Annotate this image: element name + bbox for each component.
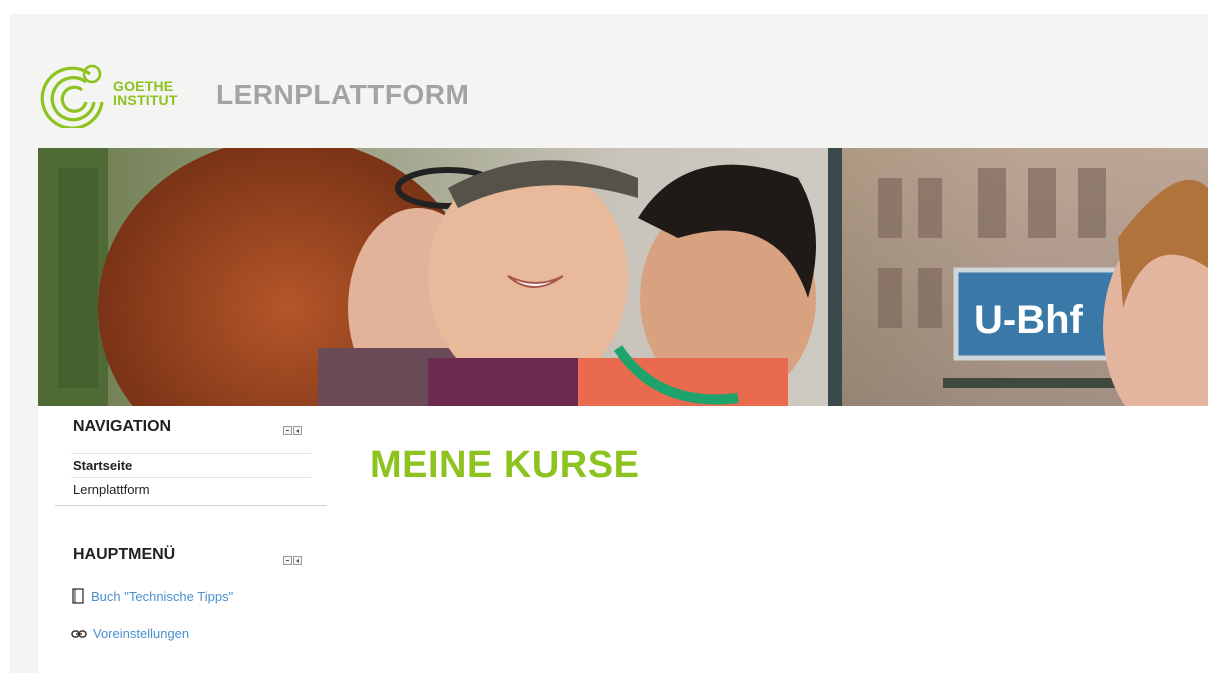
link-icon: [71, 629, 87, 638]
divider: [71, 453, 311, 454]
logo-line-1: GOETHE: [113, 78, 174, 94]
menu-link-label: Voreinstellungen: [93, 626, 190, 641]
banner-illustration: U-Bhf: [38, 148, 1208, 406]
menu-link-voreinstellungen[interactable]: Voreinstellungen: [71, 626, 189, 641]
main-menu-block-controls: [283, 556, 302, 565]
minimize-icon[interactable]: [283, 556, 292, 565]
dock-icon[interactable]: [293, 426, 302, 435]
menu-link-technische-tipps[interactable]: Buch "Technische Tipps": [71, 588, 233, 604]
nav-item-lernplattform[interactable]: Lernplattform: [73, 482, 150, 497]
navigation-block-title: NAVIGATION: [73, 418, 172, 435]
main-menu-block-title: HAUPTMENÜ: [73, 546, 176, 563]
book-icon: [72, 588, 84, 604]
navigation-block-controls: [283, 426, 302, 435]
content-area: NAVIGATION Startseite Lernplattform HAUP…: [38, 406, 1208, 673]
u-bahn-sign: U-Bhf: [974, 298, 1084, 342]
nav-item-startseite[interactable]: Startseite: [73, 458, 132, 473]
divider: [71, 477, 311, 478]
page-title: MEINE KURSE: [370, 444, 640, 486]
block-divider: [55, 505, 327, 506]
menu-link-label: Buch "Technische Tipps": [91, 588, 234, 604]
banner-image: U-Bhf: [38, 148, 1208, 406]
dock-icon[interactable]: [293, 556, 302, 565]
logo-line-2: INSTITUT: [113, 92, 178, 108]
logo-wordmark: GOETHE INSTITUT: [113, 79, 178, 107]
app-title: LERNPLATTFORM: [216, 79, 470, 110]
goethe-logo[interactable]: [40, 62, 106, 128]
minimize-icon[interactable]: [283, 426, 292, 435]
